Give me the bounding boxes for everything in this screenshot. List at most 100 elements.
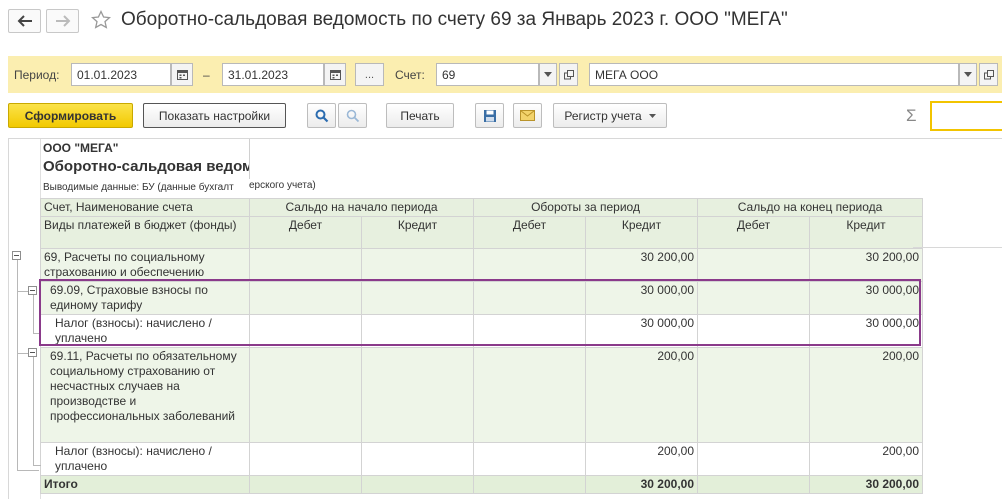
opening-credit-cell xyxy=(361,347,474,443)
opening-credit-cell xyxy=(361,248,474,282)
account-dropdown-button[interactable] xyxy=(539,63,557,86)
total-closing-debit xyxy=(697,475,811,494)
table-row[interactable]: 69.11, Расчеты по обязательному социальн… xyxy=(40,347,924,443)
chevron-down-icon xyxy=(544,72,552,77)
header-closing-debit: Дебет xyxy=(697,216,811,249)
report-output-info: Выводимые данные: БУ (данные бухгалт xyxy=(43,182,234,193)
header-payments: Виды платежей в бюджет (фонды) xyxy=(40,216,250,249)
report-output-info-tail: ерского учета) xyxy=(249,180,316,191)
register-dropdown-button[interactable]: Регистр учета xyxy=(553,103,667,128)
row-name: 69, Расчеты по социальному страхованию и… xyxy=(40,248,250,282)
print-button[interactable]: Печать xyxy=(386,103,454,128)
organization-dropdown-button[interactable] xyxy=(959,63,977,86)
turnover-debit-cell xyxy=(473,347,586,443)
total-closing-credit: 30 200,00 xyxy=(809,475,924,494)
collapse-icon[interactable] xyxy=(28,286,37,295)
tree-line xyxy=(33,291,34,333)
title-bar: Оборотно-сальдовая ведомость по счету 69… xyxy=(0,0,1002,54)
search-icon xyxy=(315,109,328,122)
back-button[interactable] xyxy=(8,9,41,33)
calendar-icon xyxy=(329,70,341,80)
period-select-button[interactable]: ... xyxy=(355,63,384,86)
period-label: Период: xyxy=(14,68,60,82)
generate-button[interactable]: Сформировать xyxy=(8,103,133,128)
column-divider xyxy=(249,139,250,179)
show-settings-button[interactable]: Показать настройки xyxy=(143,103,286,128)
table-row[interactable]: 69, Расчеты по социальному страхованию и… xyxy=(40,248,924,282)
date-from-calendar-button[interactable] xyxy=(171,63,193,86)
tree-line xyxy=(33,333,41,334)
closing-credit-cell: 30 000,00 xyxy=(809,281,924,315)
report-table: Счет, Наименование счета Сальдо на начал… xyxy=(40,198,924,494)
row-name: Налог (взносы): начислено / уплачено xyxy=(40,314,250,348)
report-org: ООО "МЕГА" xyxy=(43,141,119,155)
turnover-credit-cell: 30 000,00 xyxy=(584,314,699,348)
tree-line xyxy=(33,353,34,465)
organization-open-button[interactable] xyxy=(979,63,998,86)
turnover-debit-cell xyxy=(473,248,586,282)
header-account: Счет, Наименование счета xyxy=(40,198,250,217)
turnover-debit-cell xyxy=(473,314,586,348)
total-turnover-credit: 30 200,00 xyxy=(584,475,699,494)
period-bar: Период: 01.01.2023 – 31.01.2023 ... Счет… xyxy=(8,56,1002,93)
star-icon[interactable] xyxy=(91,10,111,30)
table-row[interactable]: Налог (взносы): начислено / уплачено 30 … xyxy=(40,314,924,348)
organization-input[interactable]: МЕГА ООО xyxy=(589,63,959,86)
turnover-debit-cell xyxy=(473,281,586,315)
report-sheet[interactable]: ООО "МЕГА" Оборотно-сальдовая ведомость … xyxy=(8,138,1002,499)
turnover-debit-cell xyxy=(473,442,586,476)
envelope-icon xyxy=(520,110,535,121)
opening-credit-cell xyxy=(361,281,474,315)
account-input[interactable]: 69 xyxy=(436,63,539,86)
closing-credit-cell: 200,00 xyxy=(809,347,924,443)
tree-line xyxy=(17,470,39,471)
header-closing: Сальдо на конец периода xyxy=(697,198,924,217)
opening-debit-cell xyxy=(249,347,362,443)
sum-field[interactable] xyxy=(930,101,1002,131)
header-closing-credit: Кредит xyxy=(809,216,924,249)
header-opening-credit: Кредит xyxy=(361,216,474,249)
chevron-down-icon xyxy=(964,72,972,77)
table-row[interactable]: Налог (взносы): начислено / уплачено 200… xyxy=(40,442,924,476)
arrow-left-icon xyxy=(17,15,32,27)
closing-credit-cell: 30 000,00 xyxy=(809,314,924,348)
table-row[interactable]: 69.09, Страховые взносы по единому тариф… xyxy=(40,281,924,315)
forward-button[interactable] xyxy=(46,9,79,33)
opening-credit-cell xyxy=(361,442,474,476)
total-label: Итого xyxy=(40,475,250,494)
register-label: Регистр учета xyxy=(564,108,642,123)
tree-line xyxy=(33,465,41,466)
sheet-gridline xyxy=(913,247,1002,248)
opening-debit-cell xyxy=(249,314,362,348)
save-button[interactable] xyxy=(475,103,504,128)
cancel-search-button[interactable] xyxy=(338,103,367,128)
opening-debit-cell xyxy=(249,248,362,282)
collapse-icon[interactable] xyxy=(12,251,21,260)
turnover-credit-cell: 30 200,00 xyxy=(584,248,699,282)
turnover-credit-cell: 30 000,00 xyxy=(584,281,699,315)
chevron-down-icon xyxy=(648,113,656,118)
calendar-icon xyxy=(176,70,188,80)
report-title: Оборотно-сальдовая ведомость по счету 69… xyxy=(43,158,249,175)
tree-line xyxy=(17,353,28,354)
search-button[interactable] xyxy=(307,103,336,128)
arrow-right-icon xyxy=(55,15,70,27)
date-to-input[interactable]: 31.01.2023 xyxy=(222,63,324,86)
closing-debit-cell xyxy=(697,314,811,348)
closing-debit-cell xyxy=(697,442,811,476)
closing-credit-cell: 200,00 xyxy=(809,442,924,476)
date-to-calendar-button[interactable] xyxy=(324,63,346,86)
collapse-icon[interactable] xyxy=(28,348,37,357)
opening-debit-cell xyxy=(249,281,362,315)
account-open-button[interactable] xyxy=(559,63,578,86)
date-from-input[interactable]: 01.01.2023 xyxy=(71,63,171,86)
total-row[interactable]: Итого 30 200,00 30 200,00 xyxy=(40,475,924,494)
email-button[interactable] xyxy=(513,103,542,128)
search-cancel-icon xyxy=(346,109,359,122)
opening-debit-cell xyxy=(249,442,362,476)
sigma-icon: Σ xyxy=(906,106,917,125)
row-name: 69.09, Страховые взносы по единому тариф… xyxy=(40,281,250,315)
total-opening-credit xyxy=(361,475,474,494)
header-turnover: Обороты за период xyxy=(472,198,699,217)
period-dash: – xyxy=(203,68,210,82)
